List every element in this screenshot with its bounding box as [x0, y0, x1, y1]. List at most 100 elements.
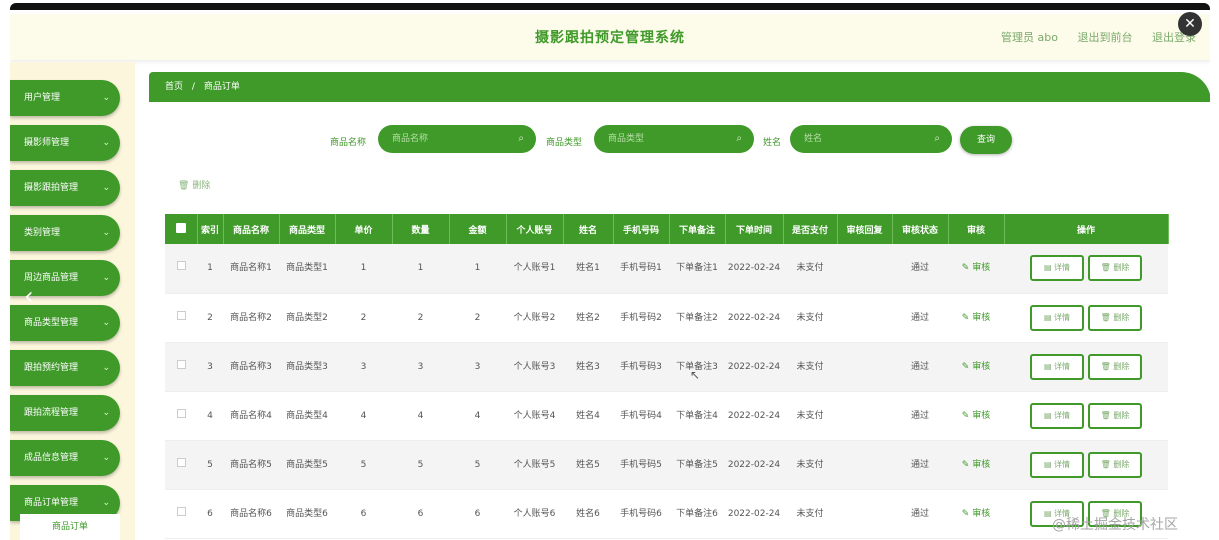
product-type-input[interactable]: 商品类型 ⌕ [594, 125, 754, 153]
cell-qty: 2 [392, 293, 449, 343]
delete-label: 删除 [1113, 312, 1130, 322]
audit-link[interactable]: 审核 [972, 509, 990, 519]
audit-cell[interactable]: ✎ 审核 [948, 391, 1004, 441]
sidebar-item-process[interactable]: 跟拍流程管理 ⌄ [10, 395, 120, 431]
chevron-down-icon: ⌄ [102, 453, 110, 463]
product-name-placeholder: 商品名称 [392, 134, 429, 144]
cell-account: 个人账号5 [506, 440, 563, 490]
table-row[interactable]: 5 商品名称5 商品类型5 5 5 5 个人账号5 姓名5 手机号码5 下单备注5 2022-02-… [165, 440, 1168, 490]
cell-price: 6 [335, 489, 392, 539]
cell-price: 3 [335, 342, 392, 392]
table-row[interactable]: 3 商品名称3 商品类型3 3 3 3 个人账号3 姓名3 手机号码3 下单备注3 2022-02-… [165, 342, 1168, 392]
edit-icon: ✎ [961, 361, 973, 372]
sidebar-item-shoots[interactable]: 摄影跟拍管理 ⌄ [10, 170, 120, 206]
cell-phone: 手机号码4 [613, 391, 669, 441]
detail-label: 详情 [1054, 312, 1071, 322]
row-select-cell[interactable] [165, 342, 197, 392]
audit-link[interactable]: 审核 [972, 460, 990, 470]
cell-paid: 未支付 [783, 440, 837, 490]
cell-account: 个人账号4 [506, 391, 563, 441]
delete-button[interactable]: 🗑 删除 [1088, 304, 1142, 331]
audit-cell[interactable]: ✎ 审核 [948, 342, 1004, 392]
row-checkbox[interactable] [176, 408, 186, 418]
trash-icon: 🗑 [1100, 361, 1114, 371]
row-select-cell[interactable] [165, 391, 197, 441]
cell-reply [837, 391, 892, 441]
delete-button[interactable]: 🗑 删除 [1088, 255, 1142, 282]
breadcrumb-home[interactable]: 首页 [165, 82, 183, 92]
cell-time: 2022-02-24 [725, 293, 783, 343]
row-checkbox[interactable] [176, 261, 186, 271]
detail-button[interactable]: ▤ 详情 [1030, 304, 1084, 331]
detail-button[interactable]: ▤ 详情 [1030, 402, 1084, 429]
row-select-cell[interactable] [165, 440, 197, 490]
cell-phone: 手机号码3 [613, 342, 669, 392]
row-checkbox[interactable] [176, 506, 186, 516]
row-checkbox[interactable] [176, 457, 186, 467]
cell-type: 商品类型6 [279, 489, 335, 539]
cell-account: 个人账号3 [506, 342, 563, 392]
audit-link[interactable]: 审核 [972, 411, 990, 421]
back-to-front-link[interactable]: 退出到前台 [1078, 31, 1133, 44]
audit-cell[interactable]: ✎ 审核 [948, 293, 1004, 343]
row-select-cell[interactable] [165, 489, 197, 539]
sidebar-submenu-orders[interactable]: 商品订单 [20, 514, 120, 540]
cell-paid: 未支付 [783, 293, 837, 343]
audit-cell[interactable]: ✎ 审核 [948, 440, 1004, 490]
delete-button[interactable]: 🗑 删除 [1088, 402, 1142, 429]
detail-button[interactable]: ▤ 详情 [1030, 353, 1084, 380]
cell-time: 2022-02-24 [725, 244, 783, 294]
table-row[interactable]: 4 商品名称4 商品类型4 4 4 4 个人账号4 姓名4 手机号码4 下单备注4 2022-02-… [165, 391, 1168, 441]
audit-link[interactable]: 审核 [972, 263, 990, 273]
product-type-label: 商品类型 [546, 138, 583, 148]
chevron-down-icon: ⌄ [102, 318, 110, 328]
sidebar-item-product-types[interactable]: 商品类型管理 ⌄ [10, 305, 120, 341]
cell-remark: 下单备注2 [669, 293, 725, 343]
person-name-input[interactable]: 姓名 ⌕ [790, 125, 952, 153]
cell-account: 个人账号6 [506, 489, 563, 539]
row-checkbox[interactable] [176, 310, 186, 320]
document-icon: ▤ [1043, 410, 1055, 420]
cell-reply [837, 293, 892, 343]
select-all-checkbox[interactable] [175, 222, 186, 233]
cell-time: 2022-02-24 [725, 342, 783, 392]
table-row[interactable]: 2 商品名称2 商品类型2 2 2 2 个人账号2 姓名2 手机号码2 下单备注2 2022-02-… [165, 293, 1168, 343]
row-checkbox[interactable] [176, 359, 186, 369]
operations-cell: ▤ 详情 🗑 删除 [1004, 293, 1168, 343]
query-button[interactable]: 查询 [960, 126, 1012, 154]
delete-button[interactable]: 🗑 删除 [1088, 353, 1142, 380]
person-name-placeholder: 姓名 [804, 134, 823, 144]
breadcrumb: 首页 / 商品订单 [149, 72, 1210, 102]
detail-button[interactable]: ▤ 详情 [1030, 255, 1084, 282]
cell-amount: 6 [449, 489, 506, 539]
sidebar-item-users[interactable]: 用户管理 ⌄ [10, 80, 120, 116]
cell-phone: 手机号码1 [613, 244, 669, 294]
row-select-cell[interactable] [165, 293, 197, 343]
audit-link[interactable]: 审核 [972, 313, 990, 323]
audit-link[interactable]: 审核 [972, 362, 990, 372]
sidebar-item-categories[interactable]: 类别管理 ⌄ [10, 215, 120, 251]
carousel-left-arrow-icon[interactable]: ‹ [24, 282, 34, 310]
cell-type: 商品类型1 [279, 244, 335, 294]
column-header: 索引 [197, 214, 224, 244]
audit-cell[interactable]: ✎ 审核 [948, 244, 1004, 294]
select-all-header[interactable] [165, 214, 198, 244]
delete-button[interactable]: 🗑 删除 [1088, 451, 1142, 478]
cell-time: 2022-02-24 [725, 489, 783, 539]
detail-button[interactable]: ▤ 详情 [1030, 451, 1084, 478]
column-header: 审核回复 [837, 214, 893, 244]
table-row[interactable]: 1 商品名称1 商品类型1 1 1 1 个人账号1 姓名1 手机号码1 下单备注1 2022-02-… [165, 244, 1168, 294]
row-select-cell[interactable] [165, 244, 197, 294]
column-header: 单价 [335, 214, 393, 244]
cell-reply [837, 342, 892, 392]
sidebar-item-finished-products[interactable]: 成品信息管理 ⌄ [10, 440, 120, 476]
product-type-placeholder: 商品类型 [608, 134, 645, 144]
sidebar-item-bookings[interactable]: 跟拍预约管理 ⌄ [10, 350, 120, 386]
table-row[interactable]: 6 商品名称6 商品类型6 6 6 6 个人账号6 姓名6 手机号码6 下单备注6 2022-02-… [165, 489, 1168, 539]
close-icon[interactable]: ✕ [1178, 12, 1202, 36]
batch-delete-button[interactable]: 🗑 删除 [178, 178, 210, 191]
sidebar-item-photographers[interactable]: 摄影师管理 ⌄ [10, 125, 120, 161]
audit-cell[interactable]: ✎ 审核 [948, 489, 1004, 539]
product-name-input[interactable]: 商品名称 ⌕ [378, 125, 536, 153]
sidebar-item-label: 跟拍预约管理 [24, 363, 79, 373]
